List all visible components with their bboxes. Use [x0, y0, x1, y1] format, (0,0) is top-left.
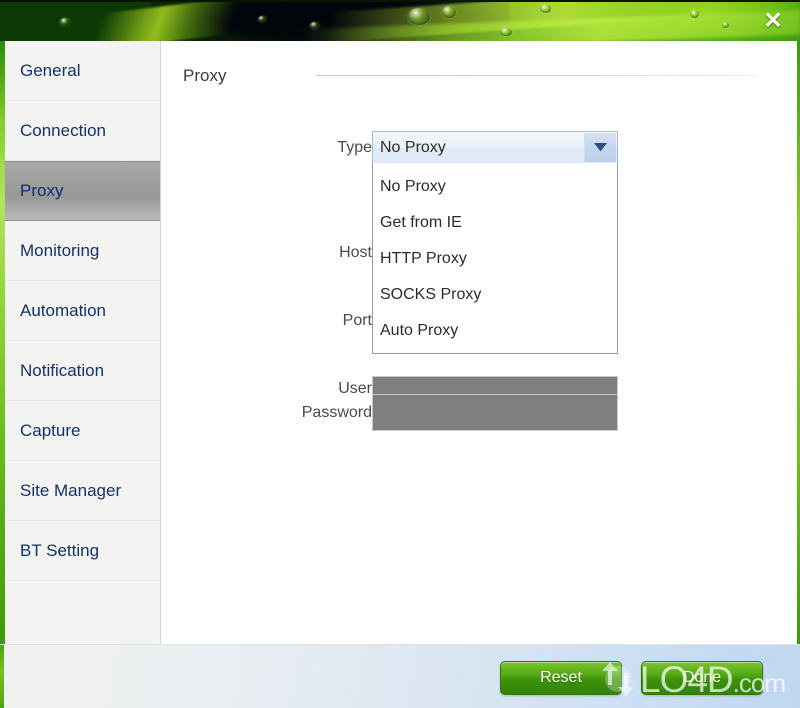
proxy-type-select[interactable]: No Proxy: [372, 131, 618, 164]
proxy-type-select-box[interactable]: No Proxy: [372, 131, 618, 164]
host-field-label: Host: [339, 244, 372, 261]
option-get-from-ie[interactable]: Get from IE: [373, 205, 617, 241]
close-icon[interactable]: ✕: [754, 2, 792, 38]
sidebar-item-bt-setting[interactable]: BT Setting: [5, 521, 160, 581]
sidebar-item-label: Automation: [20, 300, 106, 320]
proxy-settings-panel: Proxy Type Host Port User Password No Pr…: [161, 41, 797, 644]
reset-button[interactable]: Reset: [500, 661, 622, 695]
sidebar-item-capture[interactable]: Capture: [5, 401, 160, 461]
sidebar-item-label: BT Setting: [20, 540, 100, 560]
sidebar-item-automation[interactable]: Automation: [5, 281, 160, 341]
page-title: Proxy: [183, 66, 227, 85]
sidebar-item-monitoring[interactable]: Monitoring: [5, 221, 160, 281]
chevron-down-icon[interactable]: [584, 133, 616, 162]
water-droplet: [60, 18, 70, 26]
port-field-label: Port: [342, 312, 372, 329]
sidebar-item-connection[interactable]: Connection: [5, 101, 160, 161]
settings-window: ✕ General Connection Proxy Monitoring Au…: [0, 0, 800, 708]
header-top-edge: [0, 0, 800, 2]
user-field-label: User: [338, 380, 372, 397]
sidebar-item-label: Site Manager: [20, 480, 122, 500]
password-input[interactable]: [372, 394, 618, 431]
sidebar-item-general[interactable]: General: [5, 41, 160, 101]
option-auto-proxy[interactable]: Auto Proxy: [373, 313, 617, 349]
option-http-proxy[interactable]: HTTP Proxy: [373, 241, 617, 277]
settings-sidebar: General Connection Proxy Monitoring Auto…: [5, 41, 161, 644]
water-droplet: [408, 8, 430, 25]
sidebar-item-label: Proxy: [20, 181, 64, 200]
proxy-type-options-list[interactable]: No Proxy Get from IE HTTP Proxy SOCKS Pr…: [372, 163, 618, 354]
water-droplet: [690, 10, 699, 18]
done-button[interactable]: Done: [641, 661, 763, 695]
dialog-footer: Reset Done: [0, 644, 800, 708]
water-droplet: [540, 4, 551, 13]
sidebar-item-label: Connection: [20, 120, 107, 140]
water-droplet: [258, 16, 266, 22]
section-divider: [316, 75, 757, 76]
sidebar-item-site-manager[interactable]: Site Manager: [5, 461, 160, 521]
option-no-proxy[interactable]: No Proxy: [373, 169, 617, 205]
type-field-label: Type: [337, 139, 372, 156]
sidebar-item-label: General: [20, 60, 81, 80]
password-field-label: Password: [301, 404, 372, 421]
water-droplet: [500, 28, 512, 36]
water-droplet: [442, 6, 456, 18]
sidebar-item-notification[interactable]: Notification: [5, 341, 160, 401]
proxy-type-selected-value: No Proxy: [380, 138, 446, 156]
water-droplet: [722, 22, 729, 28]
sidebar-item-label: Capture: [20, 420, 81, 440]
sidebar-item-proxy[interactable]: Proxy: [5, 161, 160, 221]
footer-left-accent-border: [0, 645, 4, 708]
option-socks-proxy[interactable]: SOCKS Proxy: [373, 277, 617, 313]
sidebar-item-label: Notification: [20, 360, 105, 380]
header-banner-image: ✕: [0, 0, 800, 41]
sidebar-item-label: Monitoring: [20, 240, 100, 260]
water-droplet: [310, 22, 319, 29]
